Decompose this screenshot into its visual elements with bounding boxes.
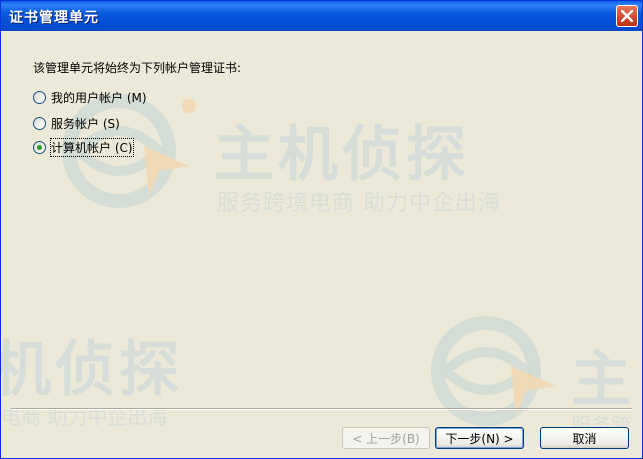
close-icon [621,10,633,22]
watermark-tagline-left: 电商 助力中企出海 [1,405,168,429]
certificate-snapin-dialog: 证书管理单元 主机侦探 服务跨境电商 助力中企出海 机侦探 电商 助力中企出海 [0,0,643,459]
close-button[interactable] [616,5,638,27]
next-button[interactable]: 下一步(N) > [435,427,524,449]
radio-label-service-account: 服务帐户 (S) [51,116,120,131]
dialog-content: 主机侦探 服务跨境电商 助力中企出海 机侦探 电商 助力中企出海 主 服务跨 该… [1,31,642,458]
title-bar: 证书管理单元 [1,1,642,31]
watermark-tagline: 服务跨境电商 助力中企出海 [217,191,501,216]
radio-button[interactable] [33,90,46,104]
watermark-logo: 主机侦探 服务跨境电商 助力中企出海 [49,91,519,231]
radio-button-selected[interactable] [33,140,46,154]
watermark-logo-left: 机侦探 电商 助力中企出海 [0,321,211,441]
radio-label-computer-account: 计算机帐户 (C) [50,137,134,157]
watermark-brand-left: 机侦探 [0,335,183,405]
watermark-brand: 主机侦探 [214,120,470,190]
radio-option-user-account[interactable]: 我的用户帐户 (M) [33,87,147,107]
back-button[interactable]: < 上一步(B) [342,427,430,449]
account-prompt: 该管理单元将始终为下列帐户管理证书: [33,61,242,75]
radio-button[interactable] [33,116,46,130]
radio-option-computer-account[interactable]: 计算机帐户 (C) [33,137,134,157]
watermark-globe-icon-right [431,316,556,426]
cancel-button[interactable]: 取消 [540,427,629,449]
button-separator [11,408,632,410]
radio-option-service-account[interactable]: 服务帐户 (S) [33,113,120,133]
watermark-brand-right: 主 [571,345,631,415]
window-title: 证书管理单元 [9,10,99,26]
radio-label-user-account: 我的用户帐户 (M) [51,90,147,105]
